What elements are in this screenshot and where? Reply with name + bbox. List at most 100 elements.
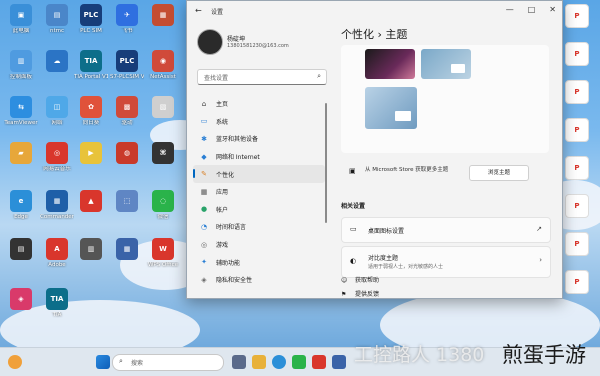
desktop-icon[interactable]: TIA TIA Portal V16 [74, 50, 108, 80]
desktop-icon[interactable]: ◈ [4, 288, 38, 312]
taskbar-search[interactable]: ⌕ 搜索 [112, 354, 224, 371]
desktop-icon[interactable]: ▥ [74, 238, 108, 262]
sidebar-item-10[interactable]: ◈ 隐私和安全性 [193, 271, 325, 289]
desktop-icon[interactable]: ▦ [146, 4, 180, 28]
desktop-icon-label: Adobe [48, 262, 66, 268]
sidebar-item-0[interactable]: ⌂ 主页 [193, 95, 325, 113]
nav-label: 应用 [216, 189, 229, 197]
desktop-icon-label: NetAssist [150, 74, 176, 80]
desktop-icon: ▭ [350, 225, 357, 233]
taskbar-app-icon[interactable] [292, 355, 306, 369]
maximize-icon[interactable]: □ [528, 5, 536, 14]
desktop-icon[interactable]: ▣ 此电脑 [4, 4, 38, 34]
desktop-icon[interactable]: ◫ 网络 [40, 96, 74, 126]
minimize-icon[interactable]: — [506, 5, 514, 14]
desktop-icon[interactable]: P [560, 80, 594, 106]
desktop-icon[interactable]: ◎ 网易云音乐 [40, 142, 74, 172]
desktop-icon[interactable]: ✿ 向日葵 [74, 96, 108, 126]
sidebar-item-9[interactable]: ✦ 辅助功能 [193, 253, 325, 271]
desktop-icon[interactable]: A Adobe [40, 238, 74, 268]
app-icon: ▣ [10, 4, 32, 26]
chevron-right-icon: › [539, 256, 542, 264]
desktop-icon[interactable]: PLC S7-PLCSIM V16 [110, 50, 144, 80]
avatar[interactable] [197, 29, 223, 55]
desktop-icon[interactable]: P [560, 194, 594, 220]
nav-label: 隐私和安全性 [216, 277, 253, 285]
sidebar-item-3[interactable]: ◆ 网络和 Internet [193, 148, 325, 166]
close-icon[interactable]: ✕ [549, 5, 556, 14]
nav-label: 辅助功能 [216, 259, 241, 267]
taskbar-app-icon[interactable] [332, 355, 346, 369]
taskbar-app-icon[interactable] [232, 355, 246, 369]
theme-thumbnail[interactable] [421, 49, 471, 79]
desktop-icon-label: Edge [14, 214, 28, 220]
contrast-themes-card[interactable]: ◐ 对比度主题 适用于弱视人士，对光敏感的人士 › [341, 246, 551, 278]
nav-icon: ● [200, 205, 208, 214]
browse-themes-button[interactable]: 浏览主题 [469, 165, 529, 181]
app-icon: W [152, 238, 174, 260]
theme-thumbnail[interactable] [365, 49, 415, 79]
sidebar-item-4[interactable]: ✎ 个性化 [193, 165, 325, 183]
sidebar-item-2[interactable]: ✱ 蓝牙和其他设备 [193, 130, 325, 148]
desktop-icon[interactable]: ▩ 驱动 [110, 96, 144, 126]
app-icon: PLC [116, 50, 138, 72]
desktop-icon-label: TIA [52, 312, 62, 318]
desktop-icon[interactable]: ◌ 微信 [146, 190, 180, 220]
edge-icon[interactable] [272, 355, 286, 369]
search-input[interactable]: 查找设置 ⌕ [197, 69, 327, 85]
give-feedback-link[interactable]: ⚑ 提供反馈 [341, 289, 379, 298]
desktop-icon[interactable]: ✈ 飞书 [110, 4, 144, 34]
desktop-icon[interactable]: ◉ NetAssist [146, 50, 180, 80]
desktop-icon[interactable]: TIA TIA [40, 288, 74, 318]
watermark-text: 工控路人 1380 [354, 344, 485, 366]
get-help-link[interactable]: ☺ 获取帮助 [341, 275, 379, 284]
desktop-icon[interactable]: ◍ [110, 142, 144, 166]
desktop-icon-settings-card[interactable]: ▭ 桌面图标设置 ↗ [341, 217, 551, 243]
back-arrow-icon[interactable]: ← [195, 6, 202, 15]
nav-icon: ✱ [201, 134, 207, 143]
desktop-icon-label: 网络 [51, 120, 63, 126]
desktop-icon-label: TIA Portal V16 [74, 74, 108, 80]
sidebar: 杨碇坤 13801581230@163.com 查找设置 ⌕ ⌂ 主页 ▭ 系统 ✱ 蓝牙… [187, 23, 335, 297]
pdf-icon: P [565, 118, 589, 142]
desktop-icon[interactable]: P [560, 232, 594, 258]
desktop-icon[interactable]: ▤ ntmc [40, 4, 74, 34]
desktop-icon[interactable]: ▧ [146, 96, 180, 120]
nav-icon: ◔ [200, 222, 208, 231]
desktop-icon[interactable]: ⬚ [110, 190, 144, 214]
taskbar-app-icon[interactable] [252, 355, 266, 369]
desktop-icon[interactable]: ⇆ TeamViewer [4, 96, 38, 126]
desktop-icon[interactable]: W WPS Office [146, 238, 180, 268]
search-icon: ⌕ [317, 72, 321, 80]
desktop-icon[interactable]: P [560, 270, 594, 296]
sidebar-scrollbar[interactable] [325, 103, 327, 223]
app-icon: ⬚ [116, 190, 138, 212]
sidebar-item-7[interactable]: ◔ 时间和语言 [193, 218, 325, 236]
desktop-icon[interactable]: PLC PLC SIM [74, 4, 108, 34]
desktop-icon[interactable]: P [560, 42, 594, 68]
desktop-icon[interactable]: ▤ [4, 238, 38, 262]
desktop-icon[interactable]: P [560, 118, 594, 144]
taskbar-app-icon[interactable] [312, 355, 326, 369]
desktop-icon[interactable]: P [560, 4, 594, 30]
desktop-icon[interactable]: ▰ [4, 142, 38, 166]
desktop-icon[interactable]: e Edge [4, 190, 38, 220]
desktop-icon[interactable]: ▦ [110, 238, 144, 262]
desktop-icon[interactable]: ▶ [74, 142, 108, 166]
desktop-icon[interactable]: ⌘ [146, 142, 180, 166]
desktop-icon[interactable]: P [560, 156, 594, 182]
desktop-icon[interactable]: ☁ [40, 50, 74, 74]
weather-icon[interactable] [8, 355, 22, 369]
desktop-icon[interactable]: ▲ [74, 190, 108, 214]
desktop-icon[interactable]: ▥ 控制面板 [4, 50, 38, 80]
desktop-icon[interactable]: ▦ Commander [40, 190, 74, 220]
related-settings-title: 相关设置 [341, 203, 366, 210]
app-icon: e [10, 190, 32, 212]
sidebar-item-1[interactable]: ▭ 系统 [193, 113, 325, 131]
start-icon[interactable] [96, 355, 110, 369]
sidebar-item-5[interactable]: ▦ 应用 [193, 183, 325, 201]
sidebar-item-6[interactable]: ● 帐户 [193, 201, 325, 219]
desktop-icon-label: 飞书 [121, 28, 133, 34]
theme-thumbnail[interactable] [365, 87, 417, 129]
sidebar-item-8[interactable]: ◎ 游戏 [193, 236, 325, 254]
